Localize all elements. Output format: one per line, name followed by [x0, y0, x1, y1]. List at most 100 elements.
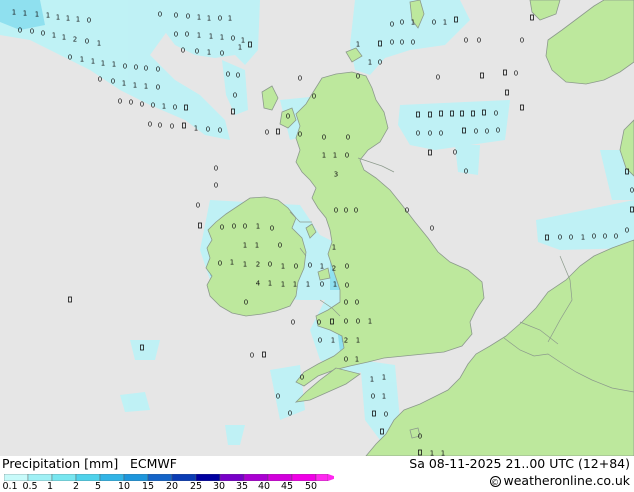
copyright-icon: ©: [489, 476, 501, 487]
credit-text: weatheronline.co.uk: [503, 473, 631, 488]
station-value: 0: [244, 299, 248, 307]
scale-swatch: [267, 474, 293, 481]
station-value: 1: [331, 337, 335, 345]
station-value: 0: [344, 207, 348, 215]
station-value: 1: [243, 242, 247, 250]
station-value: 1: [333, 281, 337, 289]
station-value: 1: [255, 242, 259, 250]
station-value: 0: [464, 168, 468, 176]
station-value: 0: [345, 282, 349, 290]
scale-swatch: [51, 474, 77, 481]
station-value: 0: [400, 39, 404, 47]
station-value: 0: [354, 207, 358, 215]
station-value: 0: [156, 84, 160, 92]
station-value: 0: [390, 39, 394, 47]
station-value: 0: [170, 123, 174, 131]
station-value: 1: [281, 281, 285, 289]
precipitation-map[interactable]: 0001101001110100101111111100001120101111…: [0, 0, 634, 456]
station-value: 0: [196, 202, 200, 210]
precipitation-color-scale: [4, 474, 334, 481]
station-value: 0: [558, 234, 562, 242]
station-value: 1: [333, 152, 337, 160]
station-value: 1: [112, 61, 116, 69]
station-value: 0: [312, 93, 316, 101]
station-value: 1: [320, 263, 324, 271]
station-value: 0: [236, 72, 240, 80]
station-value: 0: [220, 224, 224, 232]
station-value: 0: [474, 128, 478, 136]
station-value: 0: [430, 225, 434, 233]
station-value: 0: [432, 19, 436, 27]
station-value: 1: [207, 49, 211, 57]
station-value: 1: [370, 376, 374, 384]
station-value: 0: [355, 299, 359, 307]
station-value: 0: [378, 59, 382, 67]
station-value: 0: [334, 207, 338, 215]
station-value: 1: [368, 59, 372, 67]
map-canvas: 0 0 0 1 1 0 10 0 1 1 1 0 10 0 1 011 1 1 1 1 1 1 00 0 0 1 1 2 0 10 1 1 1 1…: [0, 0, 634, 456]
station-value: 0: [144, 65, 148, 73]
station-value: 1: [144, 83, 148, 91]
station-value: 0: [614, 233, 618, 241]
station-value: 0: [418, 433, 422, 441]
station-value: 0: [218, 15, 222, 23]
station-value: 0: [300, 374, 304, 382]
station-value: 0: [405, 207, 409, 215]
station-value: 0: [294, 263, 298, 271]
station-value: 1: [209, 33, 213, 41]
scale-swatch: [147, 474, 173, 481]
station-value: 1: [306, 281, 310, 289]
station-value: 0: [270, 225, 274, 233]
station-value: 0: [218, 260, 222, 268]
station-value: 1: [268, 280, 272, 288]
station-value: 0: [278, 242, 282, 250]
station-value: 0: [344, 356, 348, 364]
model-name: ECMWF: [130, 456, 177, 471]
station-value: 0: [630, 187, 634, 195]
station-value: 2: [344, 337, 348, 345]
station-value: 0: [345, 152, 349, 160]
station-value: 0: [356, 318, 360, 326]
station-value: 0: [134, 64, 138, 72]
station-value: 0: [206, 126, 210, 134]
station-value: 0: [345, 263, 349, 271]
station-value: 1: [122, 80, 126, 88]
station-value: 1: [197, 14, 201, 22]
station-value: 1: [46, 12, 50, 20]
station-value: 0: [195, 48, 199, 56]
station-value: 0: [87, 17, 91, 25]
station-value: 0: [322, 134, 326, 142]
scale-swatch: [291, 474, 317, 481]
station-value: 0: [186, 13, 190, 21]
station-value: 0: [318, 337, 322, 345]
station-value: 2: [332, 265, 336, 273]
station-value: 0: [232, 223, 236, 231]
station-value: 1: [23, 10, 27, 18]
station-value: 1: [62, 34, 66, 42]
station-value: 0: [220, 50, 224, 58]
station-value: 0: [174, 12, 178, 20]
station-value: 0: [346, 134, 350, 142]
station-value: 0: [439, 130, 443, 138]
station-value: 0: [625, 227, 629, 235]
station-value: 0: [268, 261, 272, 269]
station-value: 1: [382, 393, 386, 401]
scale-swatch: [99, 474, 125, 481]
station-value: 1: [281, 263, 285, 271]
station-value: 1: [355, 356, 359, 364]
station-value: 0: [411, 39, 415, 47]
station-value: 3: [334, 171, 338, 179]
station-value: 1: [194, 125, 198, 133]
station-value: 0: [41, 30, 45, 38]
station-value: 0: [298, 75, 302, 83]
station-value: 0: [140, 101, 144, 109]
station-value: 0: [185, 31, 189, 39]
station-value: 0: [436, 74, 440, 82]
station-value: 0: [288, 410, 292, 418]
credit[interactable]: © weatheronline.co.uk: [489, 473, 631, 488]
station-value: 0: [123, 63, 127, 71]
station-value: 0: [356, 73, 360, 81]
station-value: 0: [250, 352, 254, 360]
scale-arrow: [328, 474, 334, 481]
station-value: 0: [603, 233, 607, 241]
